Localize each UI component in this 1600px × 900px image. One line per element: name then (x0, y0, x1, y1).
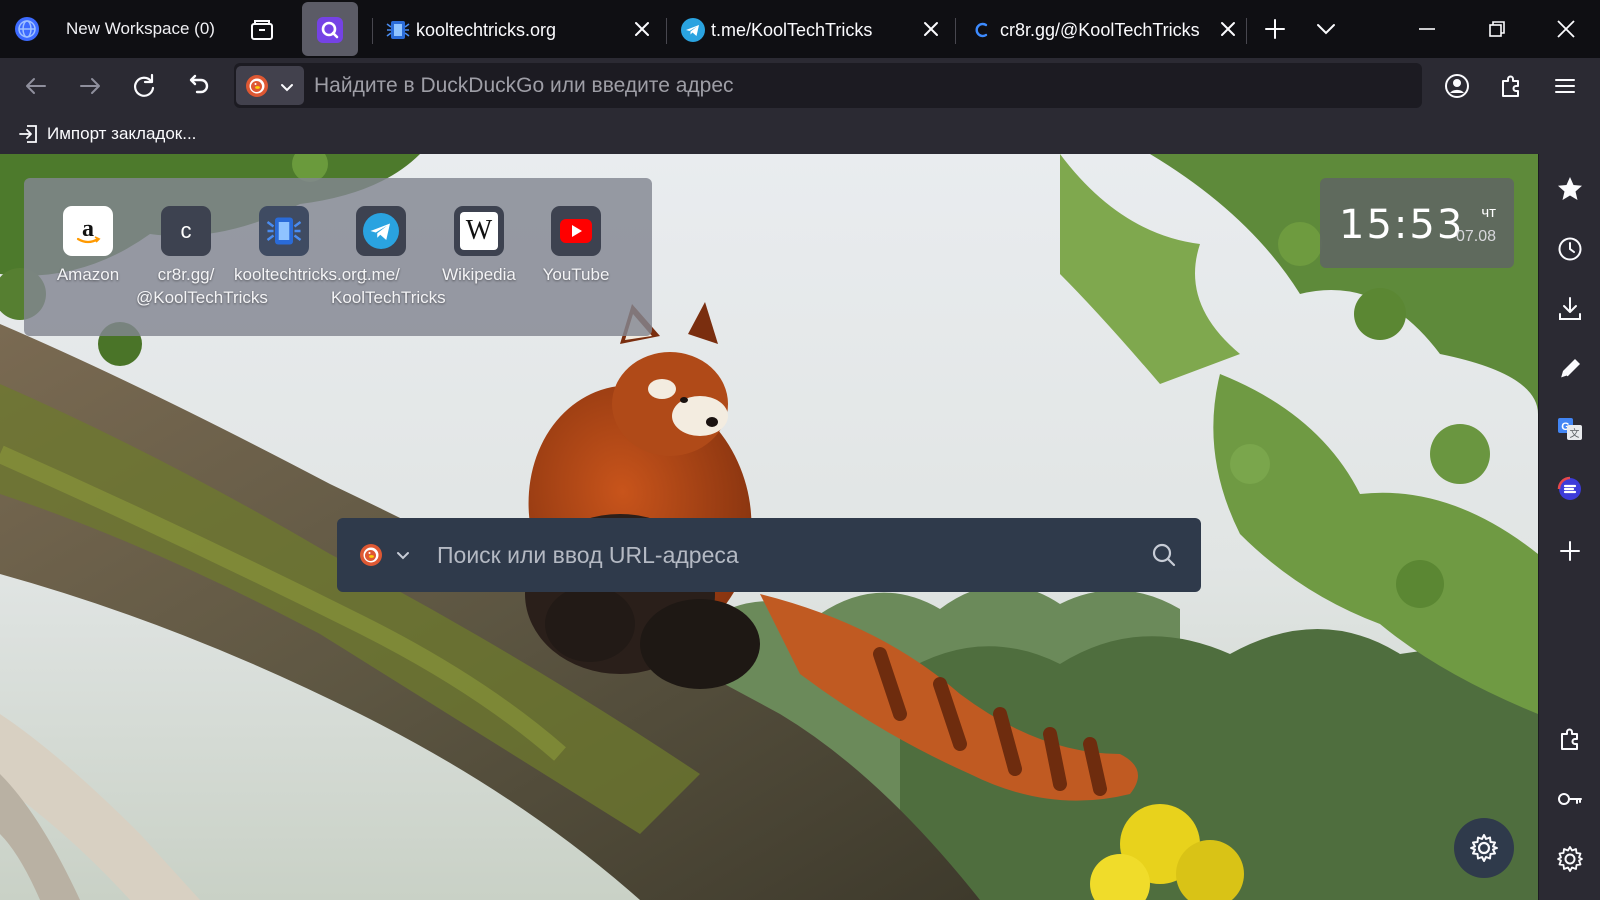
navigation-toolbar (0, 58, 1600, 114)
top-site-wikipedia[interactable]: W Wikipedia (429, 206, 529, 286)
clock-date: 07.08 (1455, 228, 1496, 245)
minimize-icon[interactable] (1414, 16, 1440, 42)
cr8r-icon: c (161, 206, 211, 256)
amazon-icon: a (63, 206, 113, 256)
close-icon[interactable] (921, 19, 941, 39)
import-bookmarks-label: Импорт закладок... (47, 124, 197, 143)
clock-day: чт (1481, 204, 1496, 221)
tab-title: t.me/KoolTechTricks (711, 20, 873, 40)
puzzle-icon[interactable] (1555, 724, 1585, 754)
reload-icon[interactable] (129, 71, 159, 101)
list-all-tabs-icon[interactable] (1313, 16, 1339, 42)
chevron-down-icon[interactable] (395, 549, 411, 563)
forward-icon[interactable] (75, 71, 105, 101)
duckduckgo-icon (246, 75, 268, 97)
import-bookmarks-button[interactable]: Импорт закладок... (18, 122, 196, 146)
gear-icon[interactable] (1555, 844, 1585, 874)
tab-telegram[interactable]: t.me/KoolTechTricks (681, 0, 947, 58)
chevron-down-icon (281, 84, 293, 92)
new-tab-icon[interactable] (1262, 16, 1288, 42)
search-box (337, 518, 1201, 592)
svg-text:文: 文 (1570, 427, 1580, 440)
tab-separator (666, 18, 667, 44)
top-site-label: t.me/ KoolTechTricks (331, 265, 446, 307)
top-site-label: Wikipedia (442, 265, 516, 284)
new-tab-page: a Amazon c cr8r.gg/ @KoolTechTricks kool… (0, 154, 1538, 900)
search-engine-selector[interactable] (236, 66, 304, 105)
telegram-icon (356, 206, 406, 256)
search-icon[interactable] (1151, 542, 1177, 568)
tile-letter: c (180, 218, 192, 243)
close-icon[interactable] (632, 19, 652, 39)
account-icon[interactable] (1442, 71, 1472, 101)
tab-title: cr8r.gg/@KoolTechTricks (1000, 20, 1200, 40)
workspace-label[interactable]: New Workspace (0) (66, 19, 215, 39)
extensions-icon[interactable] (1496, 71, 1526, 101)
page-settings-button[interactable] (1454, 818, 1514, 878)
search-input[interactable] (437, 518, 1117, 592)
kooltechtricks-icon (259, 206, 309, 256)
address-bar (234, 63, 1422, 108)
tab-separator (1246, 18, 1247, 44)
top-sites-panel: a Amazon c cr8r.gg/ @KoolTechTricks kool… (24, 178, 652, 336)
add-icon[interactable] (1555, 536, 1585, 566)
tab-title: kooltechtricks.org (416, 20, 557, 40)
close-icon[interactable] (1218, 19, 1238, 39)
tab-separator (372, 18, 373, 44)
cr8r-icon (975, 22, 988, 38)
menu-icon[interactable] (1550, 71, 1580, 101)
url-input[interactable] (314, 63, 1404, 108)
extension-e-icon[interactable] (1555, 474, 1585, 504)
close-window-icon[interactable] (1553, 16, 1579, 42)
top-site-youtube[interactable]: YouTube (526, 206, 626, 286)
top-site-label: kooltechtricks.org (234, 265, 367, 284)
bookmarks-toolbar: Импорт закладок... (0, 114, 1600, 154)
svg-text:a: a (82, 216, 94, 242)
translate-icon[interactable]: G 文 (1555, 414, 1585, 444)
wikipedia-icon: W (454, 206, 504, 256)
import-icon (19, 125, 37, 143)
top-site-cr8r[interactable]: c cr8r.gg/ @KoolTechTricks (136, 206, 268, 309)
tab-kooltechtricks[interactable]: kooltechtricks.org (386, 0, 652, 58)
telegram-icon (681, 18, 705, 42)
restore-icon[interactable] (1484, 16, 1510, 42)
workspace-icon[interactable] (14, 16, 40, 42)
youtube-icon (551, 206, 601, 256)
back-icon[interactable] (21, 71, 51, 101)
top-site-telegram[interactable]: t.me/ KoolTechTricks (331, 206, 446, 309)
key-icon[interactable] (1555, 784, 1585, 814)
pinned-tab[interactable] (302, 2, 358, 56)
top-site-label: cr8r.gg/ @KoolTechTricks (136, 265, 268, 307)
top-site-amazon[interactable]: a Amazon (38, 206, 138, 286)
pen-icon[interactable] (1555, 354, 1585, 384)
kooltechtricks-icon (386, 21, 410, 39)
clock-widget: 15:53 чт 07.08 (1320, 178, 1514, 268)
star-icon[interactable] (1555, 174, 1585, 204)
clock-time: 15:53 (1339, 202, 1465, 248)
top-site-label: Amazon (56, 265, 120, 284)
search-q-icon (317, 17, 343, 43)
top-site-kooltechtricks[interactable]: kooltechtricks.org (234, 206, 367, 286)
top-site-label: YouTube (542, 265, 610, 284)
tab-strip: New Workspace (0) kooltechtricks.org t.m… (0, 0, 1600, 58)
tab-separator (955, 18, 956, 44)
history-icon[interactable] (1555, 234, 1585, 264)
duckduckgo-icon[interactable] (359, 543, 383, 567)
download-icon[interactable] (1555, 294, 1585, 324)
undo-close-tab-icon[interactable] (183, 71, 213, 101)
tab-tray-icon[interactable] (248, 15, 276, 43)
sidebar: G 文 (1538, 154, 1600, 900)
gear-icon (1470, 834, 1498, 862)
tab-cr8r[interactable]: cr8r.gg/@KoolTechTricks (970, 0, 1235, 58)
